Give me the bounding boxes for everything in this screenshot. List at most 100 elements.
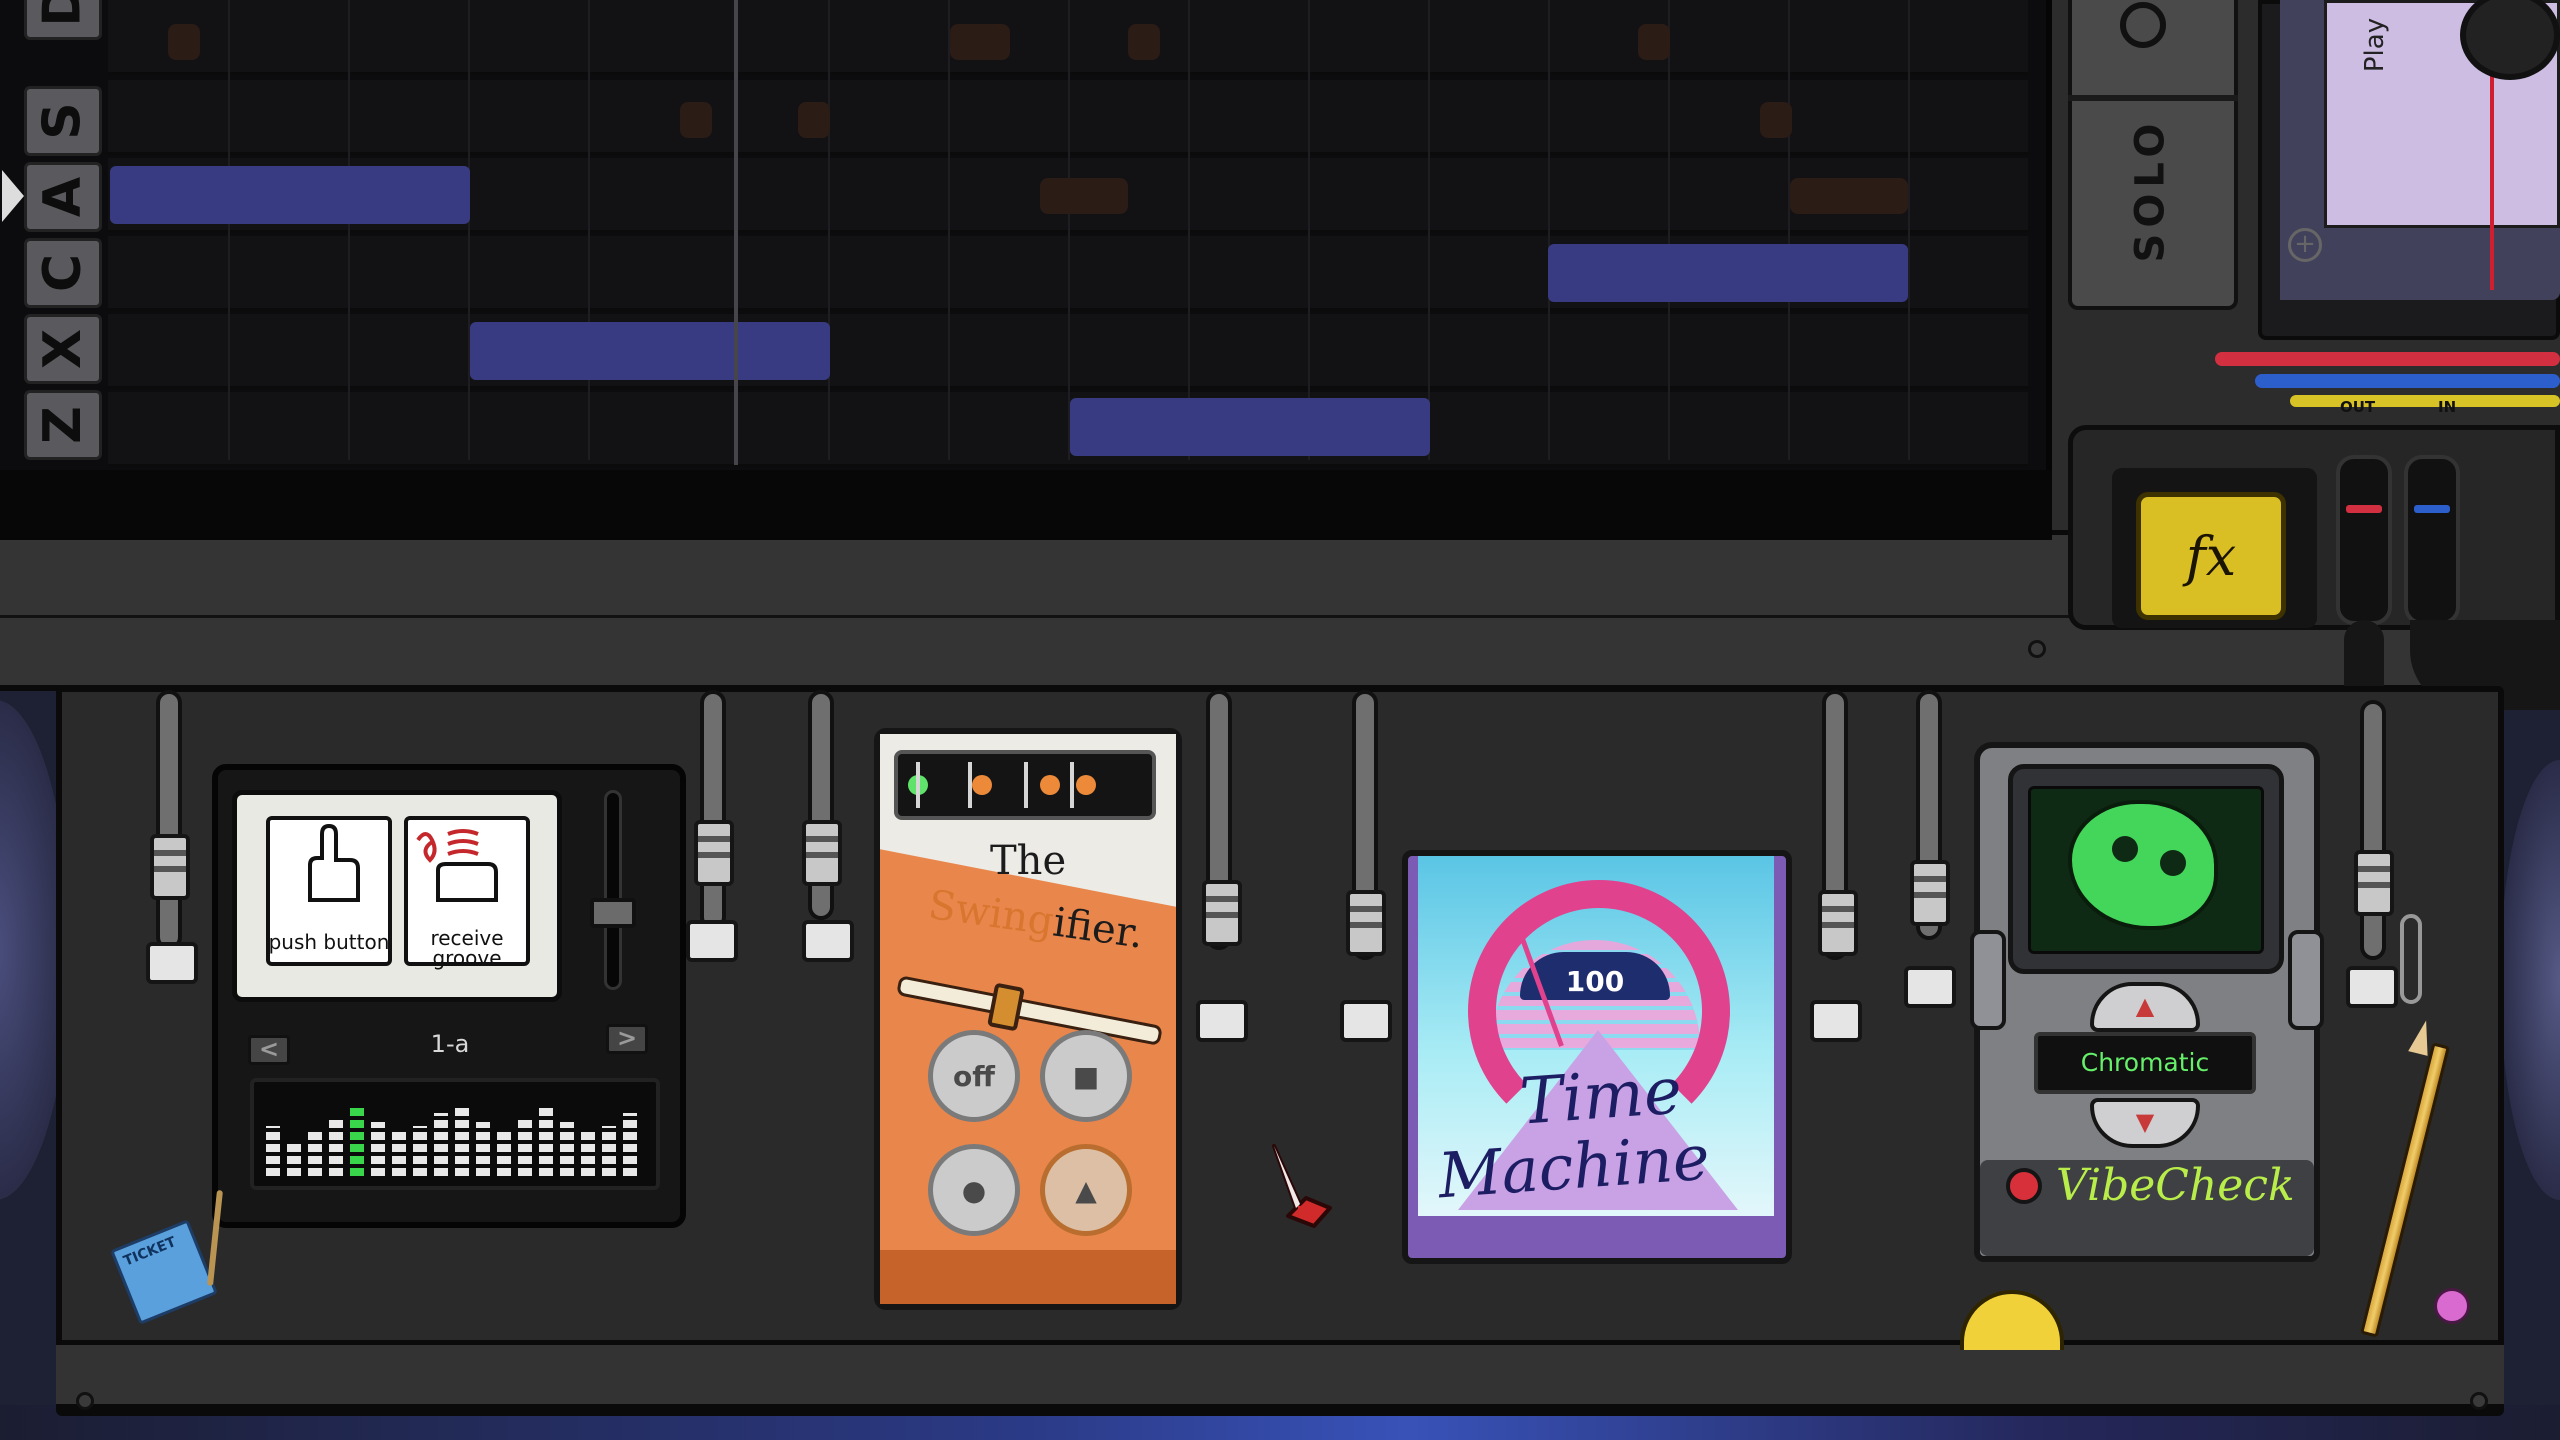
looper-level-meter <box>250 1078 660 1190</box>
ghost-note <box>1128 24 1160 60</box>
grid-line <box>468 0 470 460</box>
cable-jack <box>150 834 190 900</box>
paper-clip-icon <box>2400 914 2422 1004</box>
note-block[interactable] <box>1548 244 1908 302</box>
note-block[interactable] <box>110 166 470 224</box>
fx-button[interactable]: fx <box>2136 492 2286 620</box>
solo-indicator-icon <box>2120 2 2166 48</box>
note-block[interactable] <box>1070 398 1430 456</box>
grid-line <box>1788 0 1790 460</box>
looper-track-name: 1-a <box>430 1030 470 1058</box>
play-button[interactable]: ▲ <box>1040 1144 1132 1236</box>
off-button[interactable]: off <box>928 1030 1020 1122</box>
cable-jack <box>1818 890 1858 956</box>
meter-bar <box>623 1113 637 1176</box>
cable-jack <box>1910 860 1950 926</box>
looper-prev-button[interactable]: < <box>248 1035 290 1065</box>
cable-plug <box>146 942 198 984</box>
grid-line <box>1908 0 1910 460</box>
ghost-note <box>680 102 712 138</box>
cable-plug <box>1196 1000 1248 1042</box>
looper-next-button[interactable]: > <box>606 1024 648 1054</box>
grid-line <box>1308 0 1310 460</box>
screw-icon: + <box>2288 228 2322 262</box>
vibe-check-side <box>2288 930 2324 1030</box>
grid-line <box>948 0 950 460</box>
meter-bar <box>413 1126 427 1176</box>
vibe-creature-eye <box>2112 836 2138 862</box>
cable-jack <box>694 820 734 886</box>
meter-bar <box>497 1131 511 1176</box>
grid-line <box>828 0 830 460</box>
grid-line <box>1428 0 1430 460</box>
grid-line <box>1188 0 1190 460</box>
cable-plug <box>1810 1000 1862 1042</box>
solo-label: SOLO <box>2127 117 2174 263</box>
note-block[interactable] <box>470 322 830 380</box>
beat-dot <box>1076 775 1096 795</box>
red-cable <box>2215 352 2560 366</box>
cable-jack <box>1202 880 1242 946</box>
meter-bar <box>560 1122 574 1176</box>
key-d[interactable]: D <box>24 0 102 40</box>
key-a[interactable]: A <box>24 162 102 232</box>
playhead <box>734 0 738 465</box>
meter-bar <box>371 1122 385 1176</box>
meter-bar <box>266 1126 280 1176</box>
cursor-icon <box>1272 1144 1332 1228</box>
ghost-note <box>1040 178 1128 214</box>
hand-pointing-icon <box>308 823 360 902</box>
cable-plug <box>686 920 738 962</box>
flower-sticker-icon <box>2434 1288 2470 1324</box>
grid-line <box>348 0 350 460</box>
active-key-marker <box>2 170 24 222</box>
ghost-note <box>950 24 1010 60</box>
beat-dot <box>1040 775 1060 795</box>
pedalboard-rail <box>56 1340 2504 1410</box>
key-c[interactable]: C <box>24 238 102 308</box>
yellow-cable <box>2290 395 2560 407</box>
push-button-label: push button <box>268 930 390 954</box>
record-button[interactable]: ● <box>928 1144 1020 1236</box>
cable-jack <box>802 820 842 886</box>
grid-line <box>588 0 590 460</box>
stop-button[interactable]: ■ <box>1040 1030 1132 1122</box>
meter-bar <box>329 1117 343 1176</box>
vibe-led-icon <box>2006 1168 2042 1204</box>
looper-fader-knob[interactable] <box>590 898 636 928</box>
grid-line <box>1548 0 1550 460</box>
fx-plug <box>2404 455 2460 625</box>
patch-cable <box>156 690 182 950</box>
ghost-note <box>1760 102 1792 138</box>
meter-bar <box>308 1131 322 1176</box>
key-s[interactable]: S <box>24 86 102 156</box>
cable-plug <box>802 920 854 962</box>
screw-icon <box>2470 1392 2488 1410</box>
swingifier-base <box>880 1250 1176 1304</box>
vibe-mode-label: Chromatic <box>2080 1048 2210 1077</box>
background-blob <box>2500 760 2560 1200</box>
beat-tick <box>1024 762 1028 808</box>
meter-bar <box>392 1131 406 1176</box>
meter-bar <box>287 1140 301 1176</box>
meter-bar <box>350 1108 364 1176</box>
beat-dot <box>972 775 992 795</box>
grid-line <box>228 0 230 460</box>
beat-tick <box>1070 762 1074 808</box>
piano-roll[interactable] <box>0 0 2052 540</box>
patch-cable <box>2360 700 2386 960</box>
cable-jack <box>2354 850 2394 916</box>
ghost-note <box>1790 178 1908 214</box>
cable-plug <box>1340 1000 1392 1042</box>
grid-line <box>1668 0 1670 460</box>
receive-groove-label: receive groove <box>430 926 504 970</box>
screw-icon <box>76 1392 94 1410</box>
key-z[interactable]: Z <box>24 390 102 460</box>
meter-bar <box>539 1108 553 1176</box>
cassette-label: Play <box>2359 17 2390 73</box>
meter-bar <box>518 1117 532 1176</box>
ghost-note <box>1638 24 1670 60</box>
cable-plug <box>1904 966 1956 1008</box>
cable-plug <box>2346 966 2398 1008</box>
key-x[interactable]: X <box>24 314 102 384</box>
